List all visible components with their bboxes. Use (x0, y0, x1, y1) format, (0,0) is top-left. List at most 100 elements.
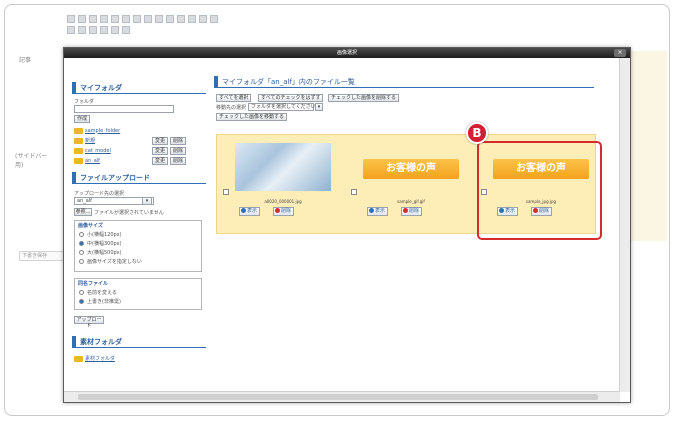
file-thumbnail[interactable] (235, 143, 331, 191)
toolbar-button[interactable] (133, 15, 141, 23)
folder-name-input[interactable] (74, 105, 174, 113)
same-option-rename[interactable]: 名前を変える (75, 288, 201, 297)
browse-button[interactable]: 参照... (74, 208, 92, 216)
rename-folder-button[interactable]: 変更 (152, 137, 168, 145)
file-name: a0020_000001.jpg (264, 199, 302, 204)
file-name: sample_gif.gif (397, 199, 425, 204)
folder-icon (74, 137, 83, 144)
folder-link[interactable]: an_alf (85, 158, 100, 164)
search-icon (369, 208, 374, 213)
display-button[interactable]: 表示 (367, 207, 389, 216)
file-list-heading: マイフォルダ「an_alf」内のファイル一覧 (214, 76, 594, 88)
chevron-down-icon[interactable]: ▾ (315, 103, 323, 111)
toolbar-button[interactable] (89, 26, 97, 34)
horizontal-scrollbar[interactable] (64, 391, 620, 402)
toolbar-button[interactable] (100, 26, 108, 34)
image-size-box: 画像サイズ 小(横幅120px) 中(横幅300px) 大(横幅500px) 画… (74, 220, 202, 272)
move-folder-select[interactable]: フォルダを選択してください (248, 103, 316, 111)
toolbar-button[interactable] (111, 26, 119, 34)
draft-save-button[interactable]: 下書き保存 (19, 251, 65, 261)
radio-icon[interactable] (79, 259, 84, 264)
move-label: 移動先の選択 (216, 105, 247, 111)
folder-link[interactable]: sample_folder (85, 128, 120, 134)
folder-icon (74, 157, 83, 164)
delete-folder-button[interactable]: 削除 (170, 147, 186, 155)
delete-icon (275, 208, 280, 213)
display-label: 表示 (375, 208, 386, 214)
delete-checked-button[interactable]: チェックした画像を削除する (328, 94, 400, 102)
delete-folder-button[interactable]: 削除 (170, 137, 186, 145)
toolbar-button[interactable] (177, 15, 185, 23)
folder-row[interactable]: cat_model (74, 146, 111, 155)
size-option-label: 大(横幅500px) (87, 250, 122, 256)
file-checkbox[interactable] (223, 189, 229, 195)
upload-button[interactable]: アップロード (74, 316, 104, 329)
display-button[interactable]: 表示 (239, 207, 261, 216)
dialog-title-bar: 画像選択 × (64, 48, 630, 58)
select-all-button[interactable]: すべてを選択 (216, 94, 252, 102)
size-option-small[interactable]: 小(横幅120px) (75, 230, 201, 239)
file-card: a0020_000001.jpg 表示 削除 (221, 139, 339, 229)
vertical-scrollbar[interactable] (619, 58, 630, 392)
size-option-large[interactable]: 大(横幅500px) (75, 248, 201, 257)
rename-folder-button[interactable]: 変更 (152, 157, 168, 165)
toolbar-button[interactable] (166, 15, 174, 23)
same-option-label: 名前を変える (87, 290, 117, 296)
dialog-title: 画像選択 (336, 50, 357, 56)
deselect-all-button[interactable]: すべてのチェックをはずす (258, 94, 324, 102)
toolbar-button[interactable] (122, 15, 130, 23)
toolbar-button[interactable] (188, 15, 196, 23)
size-option-label: 画像サイズを指定しない (87, 259, 142, 265)
material-folder-row[interactable]: 素材フォルダ (74, 354, 115, 363)
search-icon (241, 208, 246, 213)
file-card: お客様の声 sample_gif.gif 表示 削除 (349, 139, 467, 229)
close-button[interactable]: × (614, 49, 626, 57)
toolbar-button[interactable] (111, 15, 119, 23)
toolbar-button[interactable] (144, 15, 152, 23)
folder-link[interactable]: 新規 (85, 137, 95, 144)
radio-icon[interactable] (79, 241, 84, 246)
folder-link[interactable]: cat_model (85, 148, 111, 154)
folder-icon (74, 147, 83, 154)
delete-icon (403, 208, 408, 213)
radio-icon[interactable] (79, 290, 84, 295)
radio-icon[interactable] (79, 299, 84, 304)
chevron-down-icon[interactable]: ▾ (142, 197, 152, 205)
toolbar-button[interactable] (67, 15, 75, 23)
same-option-overwrite[interactable]: 上書き(非推奨) (75, 297, 201, 306)
scrollbar-thumb[interactable] (78, 394, 598, 400)
create-folder-button[interactable]: 作成 (74, 115, 90, 123)
toolbar-button[interactable] (100, 15, 108, 23)
delete-folder-button[interactable]: 削除 (170, 157, 186, 165)
toolbar-button[interactable] (67, 26, 75, 34)
toolbar-button[interactable] (155, 15, 163, 23)
delete-button[interactable]: 削除 (401, 207, 423, 216)
folder-row[interactable]: sample_folder (74, 126, 120, 135)
upload-dest-label: アップロード先の選択 (74, 191, 125, 197)
folder-row[interactable]: 新規 (74, 136, 95, 145)
toolbar-button[interactable] (78, 15, 86, 23)
toolbar-button[interactable] (199, 15, 207, 23)
move-checked-button[interactable]: チェックした画像を移動する (216, 113, 288, 121)
callout-badge: B (466, 122, 488, 144)
delete-button[interactable]: 削除 (273, 207, 295, 216)
size-option-none[interactable]: 画像サイズを指定しない (75, 257, 201, 266)
file-thumbnail[interactable]: お客様の声 (363, 153, 459, 185)
radio-icon[interactable] (79, 250, 84, 255)
toolbar-button[interactable] (210, 15, 218, 23)
image-size-title: 画像サイズ (78, 223, 103, 229)
callout-highlight (477, 141, 602, 240)
radio-icon[interactable] (79, 232, 84, 237)
sidebar-label: (サイドバー用) (15, 153, 48, 169)
toolbar-button[interactable] (78, 26, 86, 34)
rename-folder-button[interactable]: 変更 (152, 147, 168, 155)
file-checkbox[interactable] (351, 189, 357, 195)
material-folder-link[interactable]: 素材フォルダ (85, 355, 115, 362)
toolbar-button[interactable] (122, 26, 130, 34)
folder-row[interactable]: an_alf (74, 156, 100, 165)
upload-heading: ファイルアップロード (72, 172, 206, 184)
toolbar-button[interactable] (89, 15, 97, 23)
editor-toolbar (67, 15, 367, 45)
size-option-medium[interactable]: 中(横幅300px) (75, 239, 201, 248)
image-select-dialog: 画像選択 × マイフォルダ フォルダ 作成 sample_folder 新規 変… (63, 47, 631, 403)
